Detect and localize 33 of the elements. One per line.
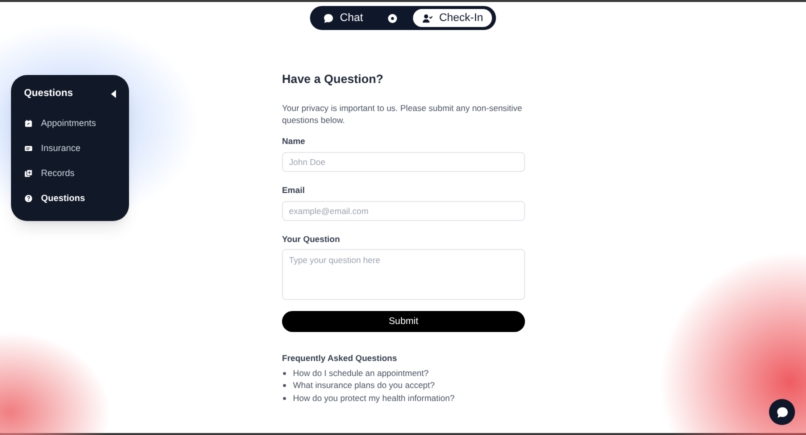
sidebar-item[interactable]: Insurance xyxy=(24,136,116,161)
field-label: Email xyxy=(282,184,306,196)
submit-button[interactable]: Submit xyxy=(282,311,525,332)
sidebar-title: Questions xyxy=(24,87,73,101)
faq-link[interactable]: How do I schedule an appointment? xyxy=(293,366,429,380)
sidebar-item[interactable]: Records xyxy=(24,161,116,186)
sidebar-item[interactable]: Questions xyxy=(24,186,116,211)
toggle-dot-icon[interactable] xyxy=(388,14,398,22)
field-label: Name xyxy=(282,135,306,148)
field-label: Your Question xyxy=(282,232,341,246)
bullet-icon xyxy=(283,372,286,375)
bullet-icon xyxy=(283,396,286,400)
chat-button[interactable] xyxy=(769,399,795,425)
sidebar-item[interactable]: Appointments xyxy=(24,111,116,136)
question-icon xyxy=(24,194,33,203)
mode-tab[interactable]: Chat xyxy=(314,9,372,27)
input-field[interactable]: John Doe xyxy=(282,152,525,172)
bullet-icon xyxy=(283,384,286,388)
calendar-icon xyxy=(24,119,33,128)
form-title: Have a Question? xyxy=(282,71,384,88)
collapse-caret-icon[interactable] xyxy=(111,90,116,98)
person-check-icon xyxy=(422,12,434,24)
intro-text: Your privacy is important to us. Please submit any non-sensitive questions below. xyxy=(282,102,524,126)
input-field[interactable]: example@email.com xyxy=(282,200,525,220)
documents-icon xyxy=(24,169,33,178)
speech-bubble-icon xyxy=(322,12,334,24)
question-field[interactable]: Type your question here xyxy=(282,249,525,300)
card-icon xyxy=(24,144,33,153)
speech-bubble-icon xyxy=(776,406,788,418)
faq-link[interactable]: How do you protect my health information? xyxy=(293,392,455,405)
mode-tab[interactable]: Check-In xyxy=(413,9,492,27)
faq-title: Frequently Asked Questions xyxy=(282,352,398,365)
faq-link[interactable]: What insurance plans do you accept? xyxy=(293,379,435,392)
